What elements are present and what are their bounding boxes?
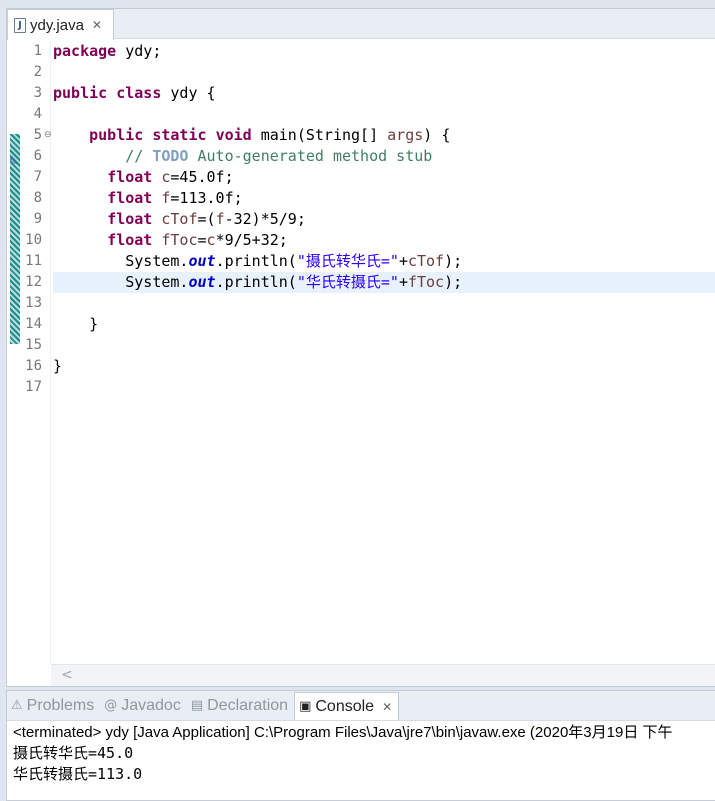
console-body[interactable]: <terminated> ydy [Java Application] C:\P… bbox=[7, 721, 715, 785]
line-number: 6 bbox=[33, 148, 42, 164]
line-number: 14 bbox=[25, 316, 42, 332]
tab-label: Declaration bbox=[207, 696, 289, 714]
code-line[interactable]: public class ydy { bbox=[53, 83, 216, 104]
code-line[interactable]: float fToc=c*9/5+32; bbox=[53, 230, 288, 251]
console-status: <terminated> ydy [Java Application] C:\P… bbox=[13, 724, 673, 741]
line-number: 2 bbox=[33, 64, 42, 80]
line-number: 16 bbox=[25, 358, 42, 374]
line-number: 13 bbox=[25, 295, 42, 311]
code-line[interactable]: } bbox=[53, 314, 98, 335]
code-line[interactable]: float cTof=(f-32)*5/9; bbox=[53, 209, 306, 230]
line-number: 3 bbox=[33, 85, 42, 101]
line-number: 10 bbox=[25, 232, 42, 248]
fold-collapse-icon[interactable]: ⊖ bbox=[44, 125, 52, 146]
problems-icon: ⚠ bbox=[11, 698, 23, 713]
horizontal-scrollbar[interactable]: < bbox=[51, 664, 715, 686]
java-editor: J ydy.java ✕ ✎ 1 package ydy; 2 3 public cla… bbox=[6, 8, 715, 687]
line-number: 9 bbox=[33, 211, 42, 227]
console-output-line: 华氏转摄氏=113.0 bbox=[13, 765, 143, 783]
tab-label: Problems bbox=[26, 696, 95, 714]
line-number: 12 bbox=[25, 274, 42, 290]
code-line[interactable]: float f=113.0f; bbox=[53, 188, 242, 209]
tab-problems[interactable]: ⚠ Problems bbox=[7, 691, 100, 720]
java-file-icon: J bbox=[14, 17, 26, 33]
scroll-left-icon[interactable]: < bbox=[61, 667, 73, 683]
line-number: 4 bbox=[33, 106, 42, 122]
overview-ruler bbox=[7, 40, 21, 664]
line-number: 11 bbox=[25, 253, 42, 269]
tab-javadoc[interactable]: @ Javadoc bbox=[100, 691, 187, 720]
code-area[interactable]: ✎ 1 package ydy; 2 3 public class ydy { 4 5 ⊖ p… bbox=[7, 40, 715, 664]
console-output-line: 摄氏转华氏=45.0 bbox=[13, 744, 134, 762]
line-number: 17 bbox=[25, 379, 42, 395]
code-line[interactable]: // TODO Auto-generated method stub bbox=[53, 146, 432, 167]
tab-declaration[interactable]: ▤ Declaration bbox=[187, 691, 294, 720]
tab-label: Console bbox=[315, 697, 375, 715]
task-marker-icon[interactable]: ✎ bbox=[9, 156, 21, 168]
line-number: 5 bbox=[33, 127, 42, 143]
code-line[interactable]: System.out.println("摄氏转华氏="+cTof); bbox=[53, 251, 462, 272]
code-line[interactable]: } bbox=[53, 356, 62, 377]
close-icon[interactable]: ✕ bbox=[92, 18, 102, 32]
javadoc-icon: @ bbox=[104, 698, 118, 713]
editor-tab-bar: J ydy.java ✕ bbox=[7, 9, 715, 40]
console-panel: ⚠ Problems @ Javadoc ▤ Declaration ▣ Console ✕ <… bbox=[6, 690, 715, 801]
declaration-icon: ▤ bbox=[190, 698, 204, 713]
code-line[interactable]: float c=45.0f; bbox=[53, 167, 233, 188]
console-icon: ▣ bbox=[299, 699, 312, 714]
code-line[interactable]: public static void main(String[] args) { bbox=[53, 125, 450, 146]
code-line[interactable]: package ydy; bbox=[53, 41, 161, 62]
close-icon[interactable]: ✕ bbox=[382, 700, 392, 714]
line-number: 15 bbox=[25, 337, 42, 353]
line-number: 8 bbox=[33, 190, 42, 206]
tab-console[interactable]: ▣ Console ✕ bbox=[294, 692, 400, 720]
tab-label: Javadoc bbox=[121, 696, 181, 714]
line-number: 7 bbox=[33, 169, 42, 185]
tab-label: ydy.java bbox=[30, 16, 84, 34]
bottom-tab-bar: ⚠ Problems @ Javadoc ▤ Declaration ▣ Console ✕ bbox=[7, 691, 715, 721]
line-number: 1 bbox=[33, 43, 42, 59]
tab-ydy-java[interactable]: J ydy.java ✕ bbox=[7, 9, 114, 40]
code-line[interactable]: System.out.println("华氏转摄氏="+fToc); bbox=[53, 272, 462, 293]
